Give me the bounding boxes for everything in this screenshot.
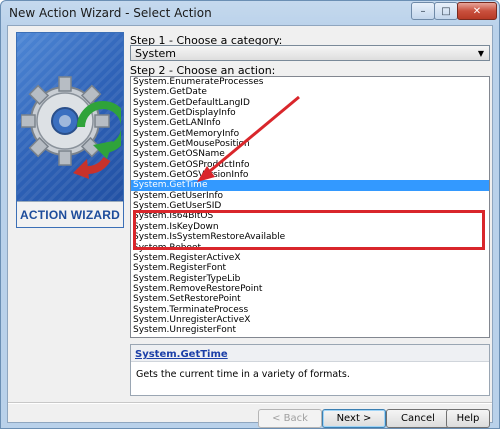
list-item[interactable]: System.GetTime: [131, 180, 489, 191]
close-icon: ✕: [472, 5, 482, 17]
back-button[interactable]: < Back: [258, 409, 322, 428]
list-item[interactable]: System.IsSystemRestoreAvailable: [131, 232, 489, 242]
list-item[interactable]: System.TerminateProcess: [131, 305, 489, 315]
maximize-button[interactable]: □: [434, 2, 458, 20]
list-item[interactable]: System.GetUserInfo: [131, 191, 489, 201]
list-item[interactable]: System.Is64BitOS: [131, 211, 489, 221]
category-selected: System: [135, 47, 177, 60]
list-item[interactable]: System.RemoveRestorePoint: [131, 284, 489, 294]
wizard-banner: ACTION WIZARD: [16, 32, 124, 228]
next-button[interactable]: Next >: [322, 409, 386, 428]
list-item[interactable]: System.SetRestorePoint: [131, 294, 489, 304]
description-text: Gets the current time in a variety of fo…: [136, 369, 350, 380]
list-item[interactable]: System.UnregisterActiveX: [131, 315, 489, 325]
help-button[interactable]: Help: [446, 409, 490, 428]
wizard-body: ACTION WIZARD Step 1 - Choose a category…: [7, 25, 493, 428]
maximize-icon: □: [441, 5, 451, 17]
list-item[interactable]: System.GetMemoryInfo: [131, 129, 489, 139]
description-panel: System.GetTime Gets the current time in …: [130, 344, 490, 396]
list-item[interactable]: System.EnumerateProcesses: [131, 77, 489, 87]
action-listbox[interactable]: System.EnumerateProcesses System.GetDate S…: [130, 76, 490, 338]
banner-label: ACTION WIZARD: [17, 201, 123, 227]
list-item[interactable]: System.GetOSName: [131, 149, 489, 159]
list-item[interactable]: System.RegisterActiveX: [131, 253, 489, 263]
description-title-link[interactable]: System.GetTime: [135, 349, 228, 360]
list-item[interactable]: System.GetDefaultLangID: [131, 98, 489, 108]
window-title: New Action Wizard - Select Action: [9, 6, 212, 20]
list-item[interactable]: System.GetOSVersionInfo: [131, 170, 489, 180]
description-header: System.GetTime: [131, 345, 489, 362]
chevron-down-icon[interactable]: ▼: [473, 46, 489, 60]
wizard-window: New Action Wizard - Select Action – □ ✕: [0, 0, 500, 429]
divider: [8, 402, 492, 404]
list-item[interactable]: System.GetDate: [131, 87, 489, 97]
list-item[interactable]: System.IsKeyDown: [131, 222, 489, 232]
gear-arrow-icon: [21, 76, 121, 179]
minimize-icon: –: [420, 5, 426, 17]
list-item[interactable]: System.UnregisterFont: [131, 325, 489, 335]
list-item[interactable]: System.GetDisplayInfo: [131, 108, 489, 118]
list-item[interactable]: System.GetMousePosition: [131, 139, 489, 149]
list-item[interactable]: System.Reboot: [131, 243, 489, 253]
list-item[interactable]: System.GetOSProductInfo: [131, 160, 489, 170]
list-item[interactable]: System.GetLANInfo: [131, 118, 489, 128]
list-item[interactable]: System.RegisterTypeLib: [131, 274, 489, 284]
minimize-button[interactable]: –: [411, 2, 435, 20]
cancel-button[interactable]: Cancel: [386, 409, 450, 428]
close-button[interactable]: ✕: [457, 2, 497, 20]
category-dropdown[interactable]: System ▼: [130, 45, 490, 61]
list-item[interactable]: System.GetUserSID: [131, 201, 489, 211]
list-item[interactable]: System.RegisterFont: [131, 263, 489, 273]
title-bar[interactable]: New Action Wizard - Select Action – □ ✕: [1, 1, 499, 25]
